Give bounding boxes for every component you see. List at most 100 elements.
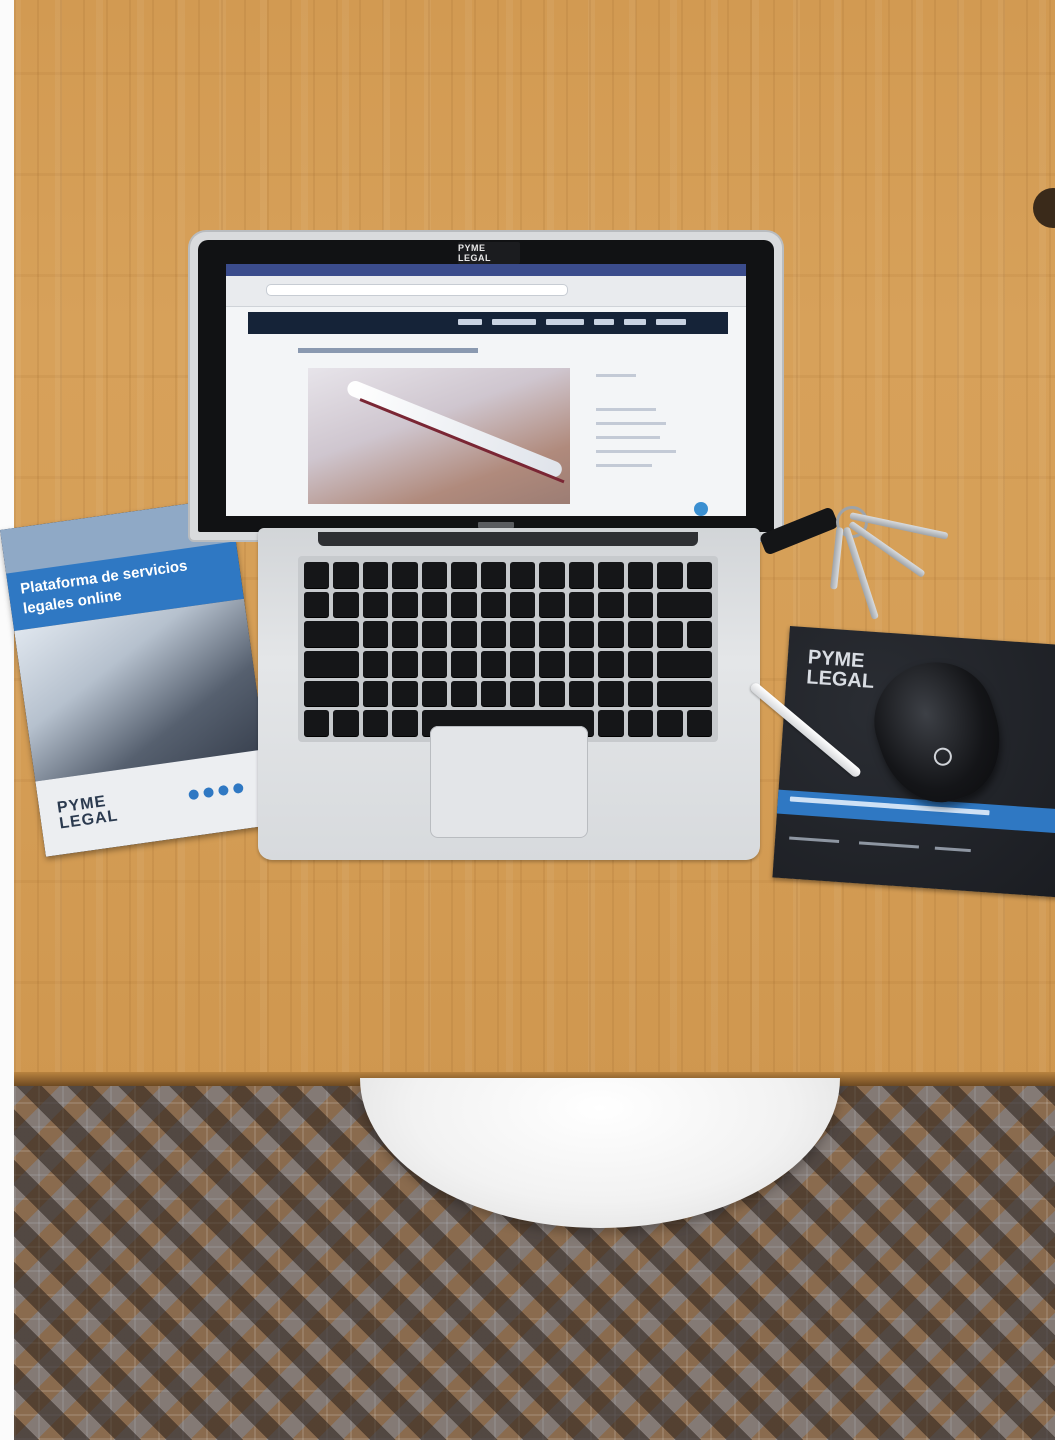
brochure: Plataforma de servicios legales online P… (0, 497, 276, 857)
keyboard-key (598, 680, 624, 707)
keyboard-key (627, 650, 654, 677)
keyboard-key (627, 710, 654, 736)
keyboard-key (598, 621, 624, 647)
keyboard-key (480, 650, 506, 677)
sidebar-line (596, 450, 676, 453)
browser-tabs (226, 264, 746, 276)
keyboard-key (480, 591, 506, 618)
address-bar (266, 284, 568, 296)
hero-pen-stripe (359, 398, 565, 484)
keyboard-key (451, 591, 477, 618)
keyboard-key (362, 562, 389, 588)
sidebar-line (596, 422, 666, 425)
keyboard-key (539, 591, 565, 618)
keyboard-key (598, 650, 624, 677)
keyboard-key (392, 710, 418, 736)
sidebar-line (596, 464, 652, 467)
laptop-keyboard (298, 556, 718, 742)
keyboard-key (333, 562, 359, 588)
instagram-icon (232, 782, 244, 795)
nav-item (458, 319, 482, 325)
keyboard-key (627, 621, 654, 647)
keyboard-key (657, 591, 712, 618)
browser-toolbar (226, 276, 746, 307)
keyboard-key (568, 591, 595, 618)
keyboard-key (362, 710, 389, 736)
keyboard-key (657, 621, 683, 647)
laptop-bezel: PYME LEGAL (198, 240, 774, 532)
keyboard-key (392, 680, 418, 707)
keyboard-key (362, 621, 389, 647)
keyboard-key (304, 591, 330, 618)
laptop-hinge (318, 532, 698, 546)
mousepad-contact-line (858, 841, 920, 849)
laptop-screen (226, 264, 746, 516)
keyboard-key (392, 591, 418, 618)
keyboard-key (598, 562, 624, 588)
keyboard-key (392, 650, 418, 677)
chat-bubble-icon (694, 502, 708, 516)
keyboard-key (304, 650, 359, 677)
mouse-brand-icon (931, 745, 955, 769)
table-notch (1033, 188, 1055, 228)
keyboard-key (421, 591, 448, 618)
sidebar-line (596, 408, 656, 411)
keyboard-key (627, 591, 654, 618)
keyboard-key (686, 710, 712, 736)
keyboard-key (598, 710, 624, 736)
website-hero-image (308, 368, 570, 504)
mousepad-contact-line (934, 846, 971, 853)
keyboard-key (657, 710, 683, 736)
keyboard-key (568, 621, 595, 647)
keyboard-key (539, 650, 565, 677)
brochure-logo: PYME LEGAL (56, 793, 119, 833)
keyboard-key (686, 621, 712, 647)
keyboard-key (510, 680, 536, 707)
linkedin-icon (217, 784, 230, 797)
keyboard-key (510, 591, 536, 618)
keyboard-key (510, 562, 536, 588)
keyboard-key (451, 650, 477, 677)
keyboard-key (362, 680, 389, 707)
keyboard-key (304, 562, 330, 588)
keyboard-key (304, 710, 330, 736)
keyboard-key (539, 680, 565, 707)
keyboard-key (627, 680, 654, 707)
keyboard-key (333, 710, 359, 736)
keyboard-key (451, 621, 477, 647)
keyboard-key (421, 680, 448, 707)
nav-item (546, 319, 584, 325)
nav-item (624, 319, 646, 325)
keyboard-key (510, 621, 536, 647)
keyboard-key (480, 562, 506, 588)
keyboard-key (421, 621, 448, 647)
keyboard-key (333, 591, 359, 618)
twitter-icon (202, 786, 215, 799)
webcam-sticker: PYME LEGAL (458, 242, 520, 264)
keyboard-key (568, 562, 595, 588)
photo-border (0, 0, 14, 1440)
keyboard-key (657, 562, 683, 588)
keyboard-key (657, 680, 712, 707)
keyboard-key (480, 621, 506, 647)
keyboard-key (421, 562, 448, 588)
keyboard-key (421, 650, 448, 677)
keyboard-key (510, 650, 536, 677)
website-heading (298, 348, 478, 353)
keyboard-key (539, 621, 565, 647)
sidebar-line (596, 374, 636, 377)
keyboard-key (362, 591, 389, 618)
keyboard-key (304, 621, 359, 647)
sidebar-line (596, 436, 660, 439)
keyboard-key (598, 591, 624, 618)
laptop-lid: PYME LEGAL (190, 232, 782, 540)
facebook-icon (188, 788, 200, 801)
keyboard-key (568, 680, 595, 707)
photo-scene: Plataforma de servicios legales online P… (0, 0, 1055, 1440)
hero-pen-shape (345, 378, 565, 480)
keyboard-key (362, 650, 389, 677)
laptop-base (258, 528, 760, 860)
keyboard-key (392, 562, 418, 588)
keyboard-key (451, 680, 477, 707)
keyboard-key (480, 680, 506, 707)
